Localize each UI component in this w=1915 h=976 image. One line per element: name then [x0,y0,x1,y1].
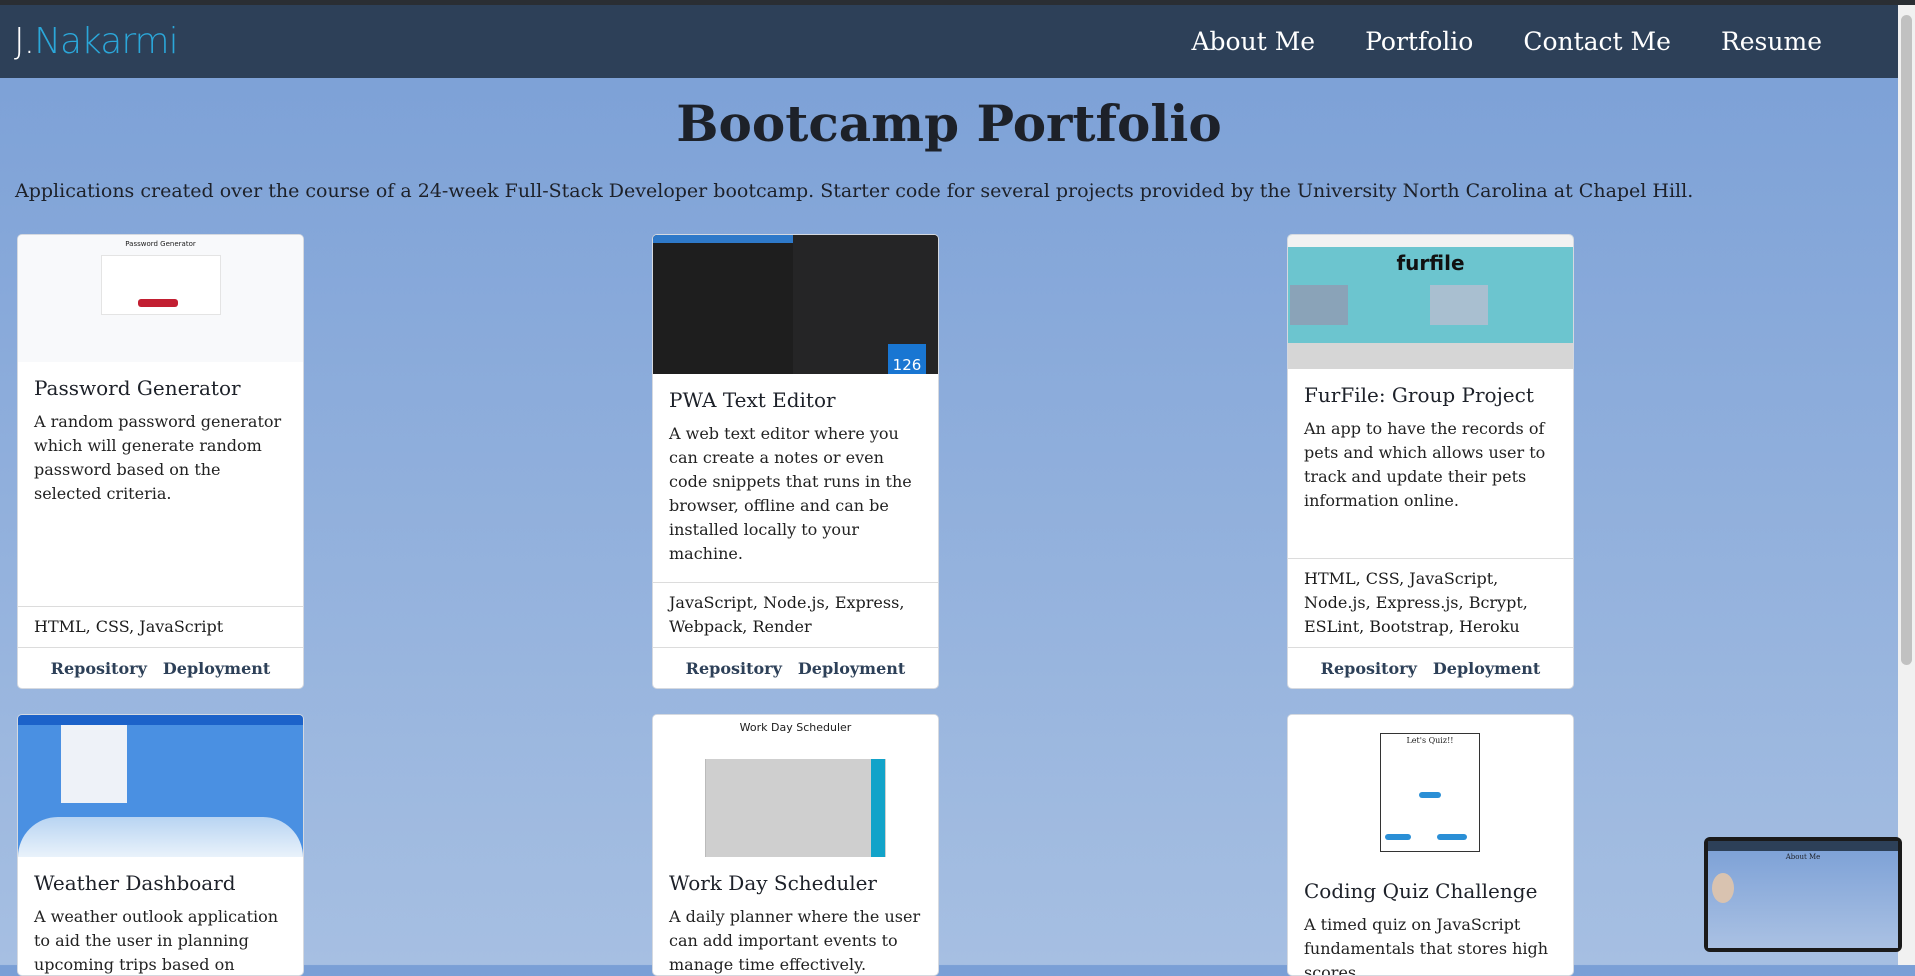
project-description: A web text editor where you can create a… [669,424,912,563]
project-title: Password Generator [34,376,241,400]
repository-link[interactable]: Repository [51,659,147,678]
thumbnail-quiz-box: Let's Quiz!! [1380,733,1480,852]
repository-link[interactable]: Repository [686,659,782,678]
project-description: A weather outlook application to aid the… [34,907,279,974]
project-links: Repository Deployment [18,647,303,688]
project-card-password-generator: Password Generator Password Generator A … [17,234,304,689]
thumbnail-badge: 126 [888,344,926,374]
nav-about-me[interactable]: About Me [1192,27,1316,56]
nav-resume[interactable]: Resume [1721,27,1822,56]
project-tech: JavaScript, Node.js, Express, Webpack, R… [653,582,938,647]
thumbnail-button [1419,792,1441,798]
page-preview-thumbnail[interactable]: About Me [1704,837,1902,952]
project-links: Repository Deployment [653,647,938,688]
project-thumbnail: 126 [653,235,938,374]
brand-initial: J. [14,21,35,62]
thumbnail-caption: Work Day Scheduler [739,721,852,734]
thumbnail-topbar [1288,235,1573,247]
project-title: Work Day Scheduler [669,871,877,895]
thumbnail-logo: furfile [1396,251,1465,275]
project-thumbnail: Let's Quiz!! [1288,715,1573,865]
project-thumbnail [18,715,303,857]
page-title: Bootcamp Portfolio [676,94,1222,153]
project-thumbnail: furfile [1288,235,1573,369]
nav-links: About Me Portfolio Contact Me Resume [1192,27,1823,56]
brand-name: Nakarmi [34,21,179,62]
project-tech: HTML, CSS, JavaScript [18,606,303,647]
project-description: A daily planner where the user can add i… [669,907,921,974]
preview-screen: About Me [1708,841,1898,948]
nav-contact-me[interactable]: Contact Me [1523,27,1671,56]
thumbnail-button [1385,834,1411,840]
scrollbar-thumb[interactable] [1901,15,1912,665]
thumbnail-button [138,299,178,307]
project-links: Repository Deployment [1288,647,1573,688]
preview-avatar [1712,873,1734,903]
thumbnail-sidebar [61,725,127,803]
project-card-work-day-scheduler: Work Day Scheduler Work Day Scheduler A … [652,714,939,976]
thumbnail-header [18,715,303,725]
thumbnail-grid [705,759,886,857]
page-intro: Applications created over the course of … [15,180,1694,202]
project-title: FurFile: Group Project [1304,383,1534,407]
thumbnail-photo [1430,285,1488,325]
brand-logo[interactable]: J.Nakarmi [14,21,179,62]
project-card-weather-dashboard: Weather Dashboard A weather outlook appl… [17,714,304,976]
thumbnail-photo [1290,285,1348,325]
preview-title: About Me [1785,853,1821,861]
preview-navbar [1708,841,1898,851]
thumbnail-save-column [871,759,885,857]
thumbnail-caption: Password Generator [125,240,196,248]
project-tech: HTML, CSS, JavaScript, Node.js, Express.… [1288,558,1573,647]
project-card-pwa-text-editor: 126 PWA Text Editor A web text editor wh… [652,234,939,689]
project-description: An app to have the records of pets and w… [1304,419,1546,510]
project-title: Weather Dashboard [34,871,236,895]
nav-portfolio[interactable]: Portfolio [1365,27,1473,56]
page-scrollbar[interactable] [1898,5,1915,965]
navbar: J.Nakarmi About Me Portfolio Contact Me … [0,5,1898,78]
thumbnail-button [1437,834,1467,840]
project-thumbnail: Work Day Scheduler [653,715,938,857]
repository-link[interactable]: Repository [1321,659,1417,678]
project-card-coding-quiz: Let's Quiz!! Coding Quiz Challenge A tim… [1287,714,1574,976]
project-thumbnail: Password Generator [18,235,303,362]
project-title: Coding Quiz Challenge [1304,879,1538,903]
deployment-link[interactable]: Deployment [163,659,270,678]
project-title: PWA Text Editor [669,388,836,412]
thumbnail-clouds [18,817,303,857]
thumbnail-footer [1288,343,1573,369]
deployment-link[interactable]: Deployment [1433,659,1540,678]
project-card-furfile: furfile FurFile: Group Project An app to… [1287,234,1574,689]
project-description: A timed quiz on JavaScript fundamentals … [1304,915,1549,976]
project-description: A random password generator which will g… [34,412,282,503]
deployment-link[interactable]: Deployment [798,659,905,678]
thumbnail-bar [653,235,793,243]
thumbnail-caption: Let's Quiz!! [1406,736,1454,745]
